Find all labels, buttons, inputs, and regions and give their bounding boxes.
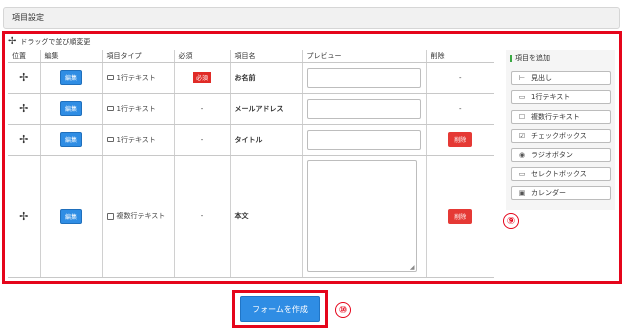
callout-9: ⑨ [503,213,519,229]
add-calendar-button[interactable]: ▣ カレンダー [511,186,611,200]
required-none: - [174,124,231,156]
delete-button[interactable]: 削除 [448,208,473,224]
drag-note: ✢ ドラッグで並び順変更 [8,36,90,48]
add-radio-button[interactable]: ◉ ラジオボタン [511,148,611,162]
section-title: 項目設定 [12,13,44,22]
multi-line-icon: ☐ [518,113,526,121]
header-delete: 削除 [426,50,494,63]
single-line-icon: ▭ [518,93,526,101]
add-button-label: ラジオボタン [531,151,573,159]
highlight-frame-submit: フォームを作成 [232,290,328,328]
item-name: メールアドレス [230,93,303,125]
item-name: 本文 [230,155,303,278]
header-name: 項目名 [230,50,303,63]
required-none: - [174,155,231,278]
add-heading-button[interactable]: ⊢ 見出し [511,71,611,85]
single-line-icon [106,106,114,111]
add-checkbox-button[interactable]: ☑ チェックボックス [511,129,611,143]
delete-none: - [426,62,494,94]
type-label: 1行テキスト [116,135,156,144]
add-button-label: 見出し [531,74,552,82]
calendar-icon: ▣ [518,189,526,197]
edit-button[interactable]: 編集 [59,70,82,85]
table-row: ✢ 編集 1行テキスト - タイトル 削除 [8,124,494,156]
preview-input[interactable] [306,129,421,150]
single-line-icon [106,137,114,142]
preview-input[interactable] [306,98,421,119]
delete-button[interactable]: 削除 [448,132,473,147]
header-position: 位置 [8,50,41,63]
required-none: - [174,93,231,125]
table-row: ✢ 編集 1行テキスト - メールアドレス - [8,93,494,125]
table-row: ✢ 編集 1行テキスト 必須 お名前 - [8,62,494,94]
preview-textarea[interactable]: ◢ [306,160,417,272]
drag-note-text: ドラッグで並び順変更 [20,38,91,46]
header-edit: 編集 [40,50,103,63]
table-header-row: 位置 編集 項目タイプ 必須 項目名 プレビュー 削除 [8,50,494,63]
add-select-button[interactable]: ▭ セレクトボックス [511,167,611,181]
multi-line-icon [106,212,114,220]
callout-10: ⑩ [335,302,351,318]
add-button-label: 複数行テキスト [531,113,580,121]
radio-icon: ◉ [518,151,526,159]
select-icon: ▭ [518,170,526,178]
item-name: タイトル [230,124,303,156]
drag-handle-icon[interactable]: ✢ [19,102,28,115]
add-single-line-button[interactable]: ▭ 1行テキスト [511,90,611,104]
add-button-label: 1行テキスト [531,93,571,101]
type-label: 複数行テキスト [116,212,166,220]
header-required: 必須 [174,50,231,63]
edit-button[interactable]: 編集 [59,101,82,116]
add-button-label: カレンダー [531,189,566,197]
delete-none: - [426,93,494,125]
add-button-label: チェックボックス [531,132,587,140]
add-button-label: セレクトボックス [531,170,587,178]
header-preview: プレビュー [302,50,427,63]
drag-handle-icon[interactable]: ✢ [19,210,28,223]
add-item-panel: 項目を追加 ⊢ 見出し ▭ 1行テキスト ☐ 複数行テキスト ☑ チェックボック… [506,50,615,210]
preview-input[interactable] [306,67,421,88]
type-label: 1行テキスト [116,73,156,82]
section-header: 項目設定 [3,7,620,29]
add-panel-title: 項目を追加 [506,50,615,64]
checkbox-icon: ☑ [518,132,526,140]
edit-button[interactable]: 編集 [59,132,82,147]
table-row: ✢ 編集 複数行テキスト - 本文 ◢ 削除 [8,155,494,278]
create-form-button[interactable]: フォームを作成 [240,296,320,322]
single-line-icon [106,75,114,80]
add-multi-line-button[interactable]: ☐ 複数行テキスト [511,110,611,124]
header-type: 項目タイプ [102,50,175,63]
drag-handle-icon[interactable]: ✢ [19,71,28,84]
required-badge: 必須 [192,72,211,83]
type-label: 1行テキスト [116,104,156,113]
title-bar-icon [510,54,512,62]
resize-handle-icon[interactable]: ◢ [410,264,415,271]
heading-icon: ⊢ [518,74,526,82]
move-icon: ✢ [8,36,17,47]
item-name: お名前 [230,62,303,94]
drag-handle-icon[interactable]: ✢ [19,133,28,146]
items-table: 位置 編集 項目タイプ 必須 項目名 プレビュー 削除 ✢ 編集 1行テキスト … [8,50,494,278]
add-panel-title-text: 項目を追加 [515,54,550,62]
edit-button[interactable]: 編集 [59,208,82,224]
